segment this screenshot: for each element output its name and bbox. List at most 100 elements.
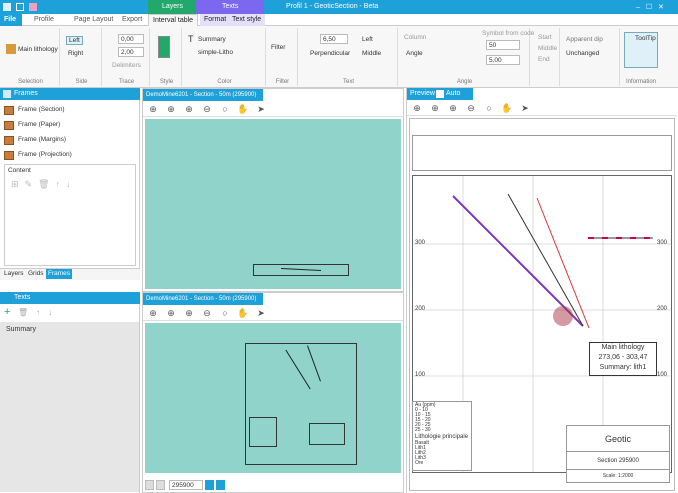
nav-last-icon[interactable] (216, 480, 225, 490)
select-icon[interactable]: ➤ (255, 307, 267, 319)
tooltip-button[interactable]: ToolTip (624, 32, 658, 68)
middle-dropdown[interactable]: Middle (362, 50, 381, 57)
texts-panel-title: Texts (0, 292, 140, 304)
text-size-input[interactable]: 6,50 (320, 34, 348, 44)
pan-icon[interactable]: ✋ (501, 102, 513, 114)
group-label: Style (159, 79, 174, 85)
ribbon: Main lithology Selection Left Right Side… (0, 26, 678, 88)
plan-view-strip (412, 135, 672, 171)
tab-frames[interactable]: Frames (46, 269, 73, 279)
page-nav: 295900 (145, 479, 345, 491)
zoom-window-icon[interactable]: ○ (219, 103, 231, 115)
select-icon[interactable]: ➤ (255, 103, 267, 115)
zoom-plus-icon[interactable]: ⊕ (183, 103, 195, 115)
quick-save-icon[interactable] (16, 3, 24, 11)
tab-page-layout[interactable]: Page Layout (70, 14, 117, 26)
tab-file[interactable]: File (0, 14, 22, 26)
axis-label: 300 (415, 240, 426, 246)
right-button[interactable]: Right (68, 50, 83, 57)
nav-prev-icon[interactable] (156, 480, 165, 490)
main-lithology-button[interactable]: Main lithology (18, 46, 58, 53)
content-label: Content (8, 167, 31, 174)
view-bottom: DemoMine6201 - Section - 50m (295900) ⊕ ⊕… (142, 292, 404, 493)
filter-button[interactable]: Filter (271, 44, 285, 51)
tooltip-label: ToolTip (635, 35, 656, 42)
trace-input-1[interactable]: 0,00 (118, 34, 144, 44)
zoom-in-icon[interactable]: ⊕ (165, 307, 177, 319)
end-option[interactable]: End (538, 56, 550, 63)
tab-layers[interactable]: Layers (2, 269, 26, 279)
quick-access-icon[interactable] (29, 3, 37, 11)
zoom-fit-icon[interactable]: ⊕ (147, 103, 159, 115)
zoom-in-icon[interactable]: ⊕ (429, 102, 441, 114)
pan-icon[interactable]: ✋ (237, 307, 249, 319)
view-bottom-title: DemoMine6201 - Section - 50m (295900) (143, 293, 263, 305)
tab-text-style[interactable]: Text style (228, 14, 266, 26)
symbol-from-code[interactable]: Symbol from code (482, 30, 534, 37)
middle-option[interactable]: Middle (538, 45, 557, 52)
summary-dropdown[interactable]: Summary (198, 36, 226, 43)
angle-input[interactable]: 50 (486, 40, 520, 50)
preview-title: Preview (410, 90, 435, 97)
frame-item[interactable]: Frame (Paper) (0, 117, 138, 132)
tab-export[interactable]: Export (118, 14, 146, 26)
context-tab-texts[interactable]: Texts (222, 3, 238, 10)
frame-item[interactable]: Frame (Margins) (0, 132, 138, 147)
zoom-out-icon[interactable]: ⊖ (465, 102, 477, 114)
cartouche-scale: Scale: 1:2000 (602, 473, 634, 479)
group-position: Start Middle End (532, 28, 560, 86)
frame-item[interactable]: Frame (Projection) (0, 147, 138, 162)
view-top-canvas[interactable] (145, 119, 401, 289)
hover-tooltip: Main lithology 273,06 - 303,47 Summary: … (589, 342, 657, 376)
window-title: Profil 1 - GeoticSection - Beta (286, 3, 379, 10)
frames-panel: Frames Frame (Section) Frame (Paper) Fra… (0, 88, 140, 280)
text-item-summary[interactable]: Summary (6, 326, 36, 333)
group-side: Left Right Side (62, 28, 102, 86)
group-trace: 0,00 2,00 Delimiters Trace (104, 28, 150, 86)
angle-dropdown[interactable]: Angle (406, 50, 423, 57)
color-scheme-dropdown[interactable]: simple-Litho (198, 49, 233, 56)
trace-input-2[interactable]: 2,00 (118, 47, 144, 57)
window-controls[interactable]: – ☐ ✕ (636, 3, 666, 11)
tab-interval-table[interactable]: Interval table (148, 14, 199, 26)
zoom-out-icon[interactable]: ⊖ (201, 103, 213, 115)
legend-entry: Ore (415, 460, 424, 466)
group-label: Filter (275, 79, 290, 85)
zoom-plus-icon[interactable]: ⊕ (447, 102, 459, 114)
nav-next-icon[interactable] (205, 480, 214, 490)
content-toolbar-icons: ⊞✎🗑↑↓ (11, 179, 77, 189)
zoom-in-icon[interactable]: ⊕ (165, 103, 177, 115)
tooltip-line: Summary: lith1 (599, 364, 647, 371)
select-icon[interactable]: ➤ (519, 102, 531, 114)
view-bottom-canvas[interactable] (145, 323, 401, 473)
zoom-window-icon[interactable]: ○ (219, 307, 231, 319)
add-icon[interactable]: + (4, 306, 10, 318)
zoom-plus-icon[interactable]: ⊕ (183, 307, 195, 319)
zoom-window-icon[interactable]: ○ (483, 102, 495, 114)
lithology-icon (6, 44, 16, 54)
perpendicular-dropdown[interactable]: Perpendicular (310, 50, 350, 57)
pan-icon[interactable]: ✋ (237, 103, 249, 115)
angle-input-2[interactable]: 5,00 (486, 55, 520, 65)
context-tab-layers[interactable]: Layers (162, 3, 183, 10)
auto-checkbox[interactable] (436, 90, 444, 98)
frame-item[interactable]: Frame (Section) (0, 102, 138, 117)
zoom-fit-icon[interactable]: ⊕ (147, 307, 159, 319)
tab-format[interactable]: Format (200, 14, 231, 26)
frames-panel-title: Frames (0, 88, 140, 100)
unchanged-dropdown[interactable]: Unchanged (566, 50, 599, 57)
preview-page[interactable]: 300 200 100 300 200 100 Main lithology 2… (409, 118, 675, 491)
app-icon (3, 3, 11, 11)
start-option[interactable]: Start (538, 34, 552, 41)
frames-icon (3, 90, 11, 98)
zoom-fit-icon[interactable]: ⊕ (411, 102, 423, 114)
tab-profile[interactable]: Profile (30, 14, 58, 26)
nav-first-icon[interactable] (145, 480, 154, 490)
align-left-dropdown[interactable]: Left (362, 36, 373, 43)
zoom-out-icon[interactable]: ⊖ (201, 307, 213, 319)
page-select[interactable]: 295900 (169, 480, 203, 490)
style-swatch[interactable] (158, 36, 170, 58)
frames-list: Frame (Section) Frame (Paper) Frame (Mar… (0, 102, 138, 162)
tab-grids[interactable]: Grids (26, 269, 46, 279)
left-button[interactable]: Left (66, 36, 83, 45)
